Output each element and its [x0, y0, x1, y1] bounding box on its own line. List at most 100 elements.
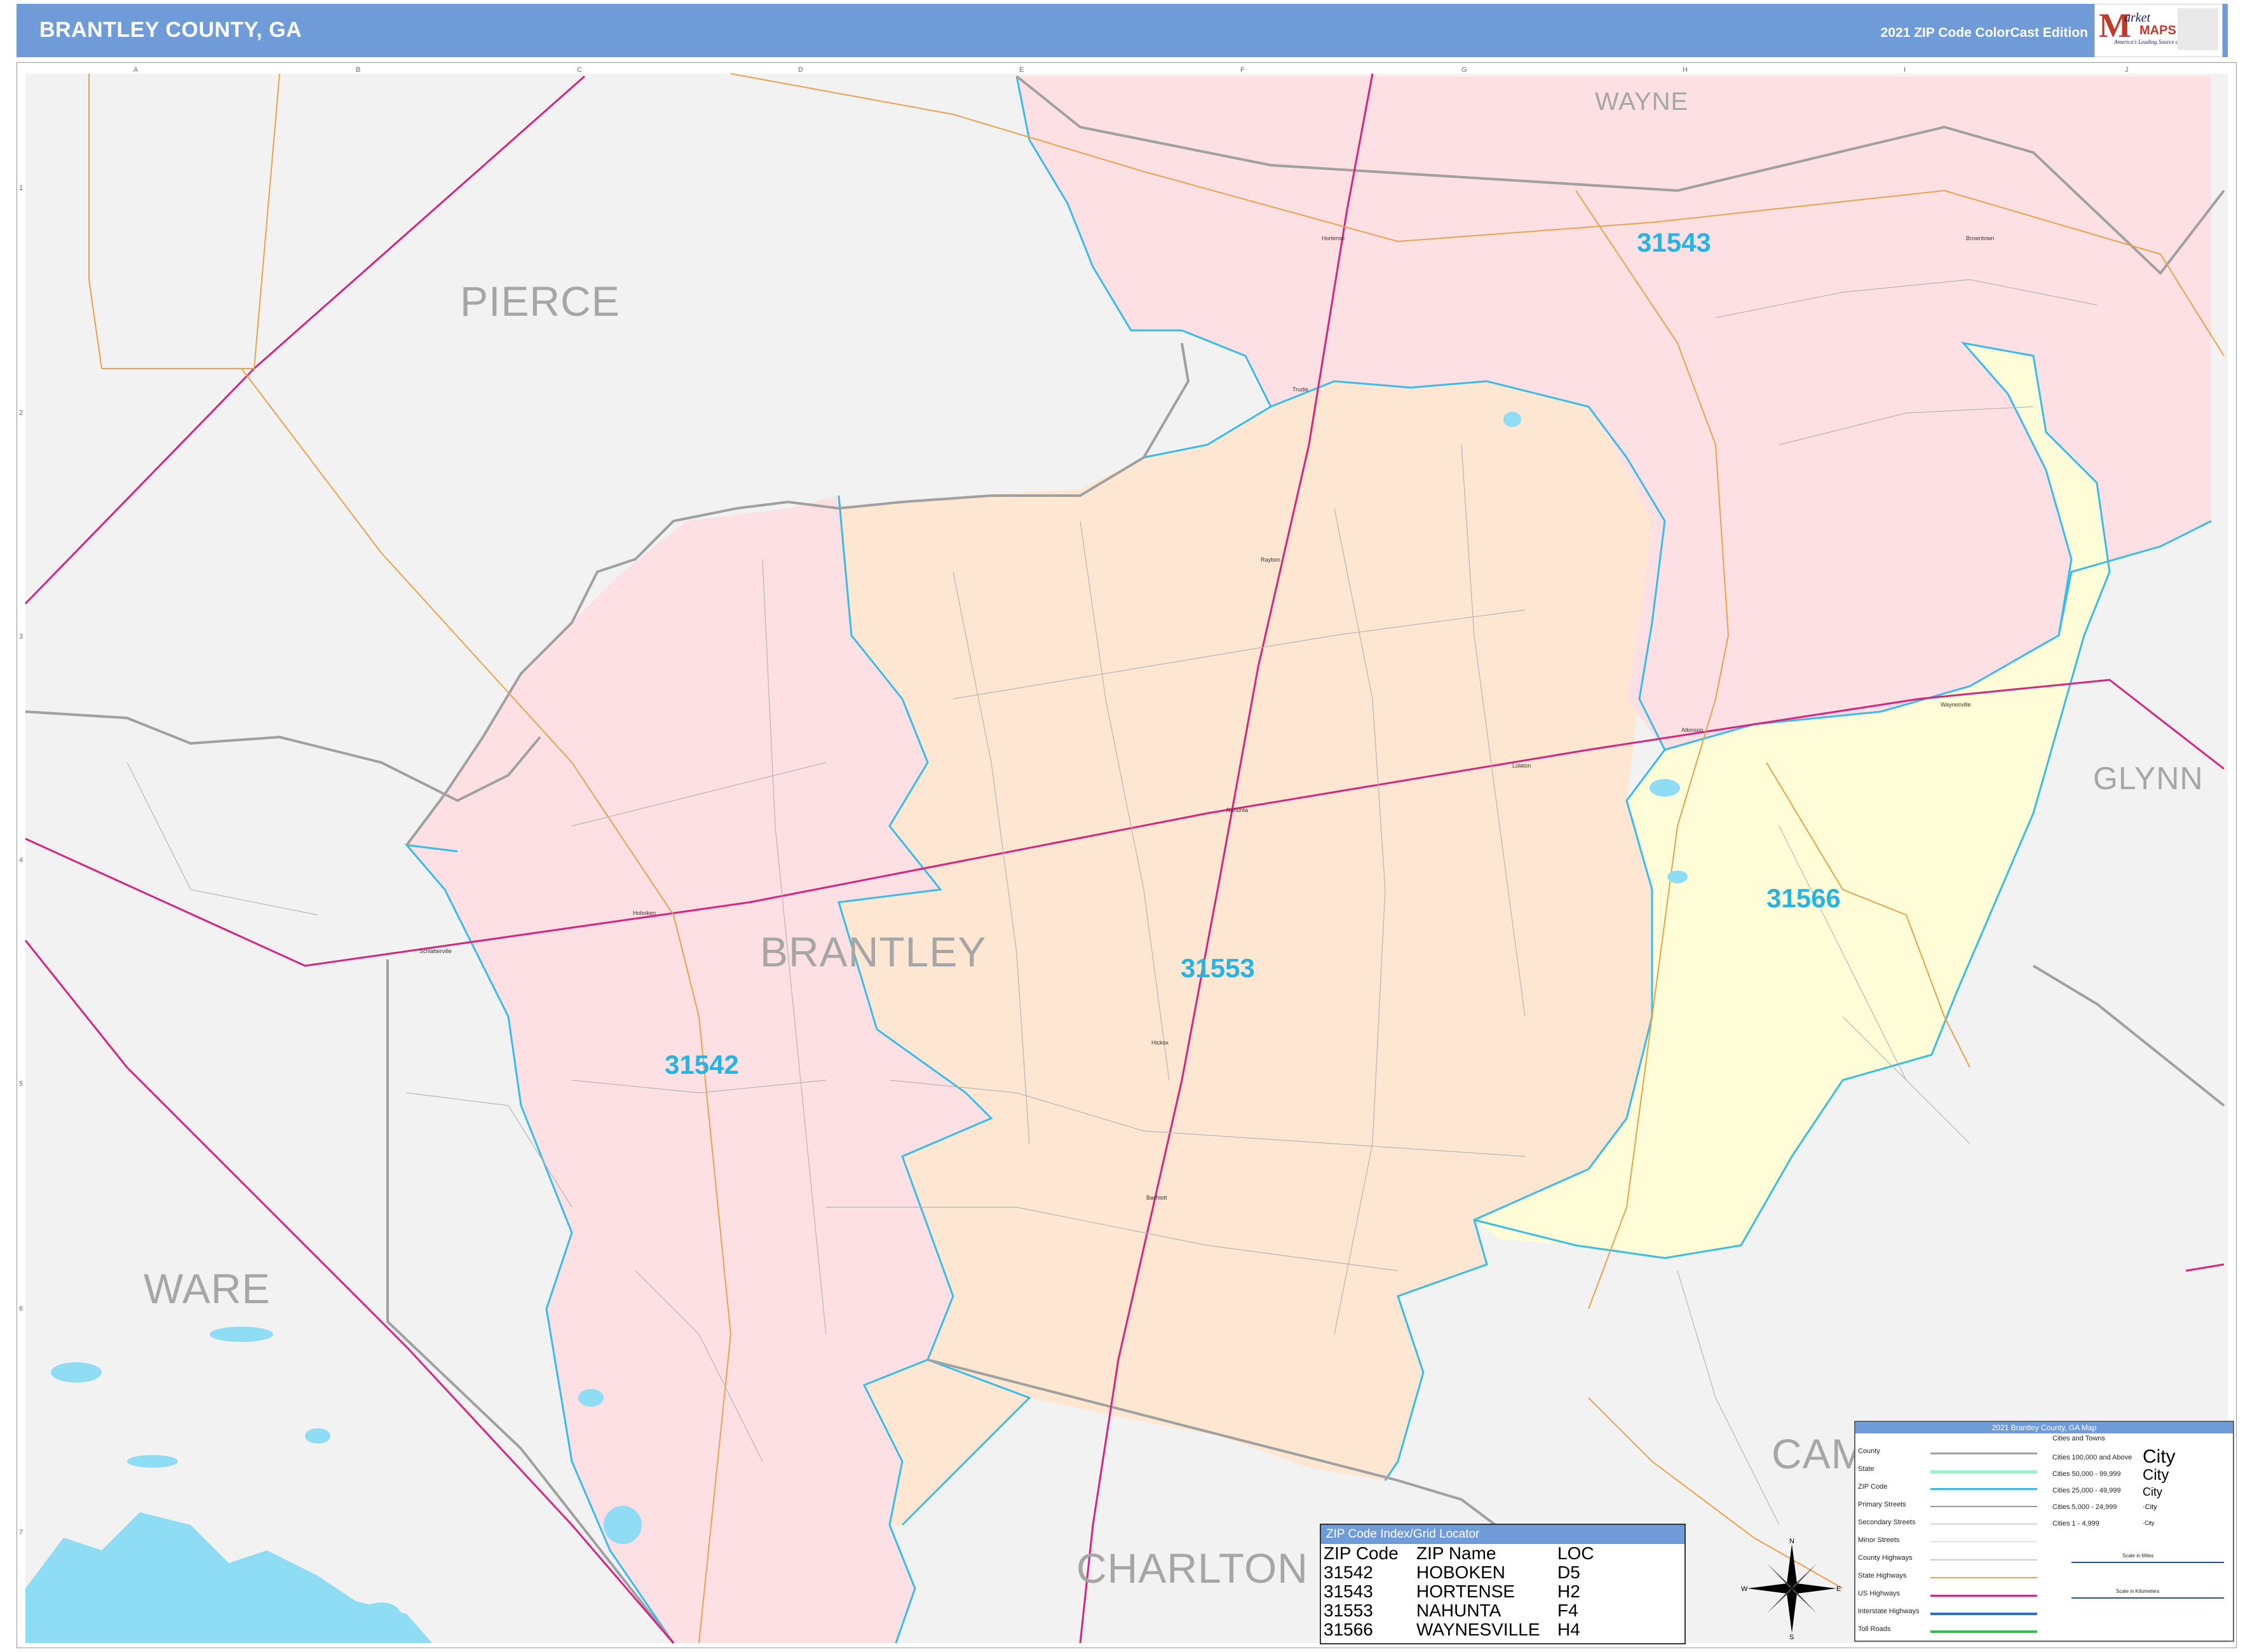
- grid-number-1: 1: [19, 184, 24, 192]
- legend-scale-miles-label: Scale in Miles: [2122, 1553, 2154, 1559]
- legend-line-primary: [1930, 1506, 2037, 1507]
- zip-index-table: ZIP Code ZIP Name LOC 31542 HOBOKEN D5 3…: [1324, 1544, 1594, 1639]
- legend-item-county: County: [1858, 1447, 1880, 1455]
- legend-line-zip: [1930, 1488, 2037, 1490]
- place-bachlott: Bachlott: [1146, 1195, 1167, 1201]
- water-pond-7: [1667, 870, 1688, 883]
- zip-index-zip: 31542: [1324, 1562, 1373, 1582]
- zip-index-zip: 31543: [1324, 1581, 1373, 1601]
- zip-label-31566: 31566: [1766, 883, 1841, 913]
- county-label-charlton: CHARLTON: [1076, 1545, 1308, 1592]
- water-pond-10: [305, 1428, 330, 1444]
- grid-letter-e: E: [1019, 66, 1024, 74]
- water-pond-6: [1650, 779, 1680, 797]
- place-atkinson: Atkinson: [1681, 727, 1704, 733]
- zip-index-loc: H2: [1557, 1581, 1580, 1601]
- legend-line-interstate: [1930, 1613, 2037, 1615]
- legend-item-minor: Minor Streets: [1858, 1536, 1900, 1544]
- county-label-wayne: WAYNE: [1595, 88, 1689, 116]
- zip-index-name: NAHUNTA: [1416, 1601, 1501, 1620]
- table-row: 31553 NAHUNTA F4: [1324, 1601, 1594, 1620]
- place-browntown: Browntown: [1966, 235, 1995, 241]
- water-pond-3: [604, 1506, 642, 1544]
- table-row: 31542 HOBOKEN D5: [1324, 1563, 1594, 1582]
- legend-city-class-1: Cities 100,000 and Above: [2052, 1454, 2132, 1461]
- grid-number-6: 6: [19, 1305, 24, 1313]
- place-hickox: Hickox: [1151, 1039, 1169, 1046]
- legend-city-class-3: Cities 25,000 - 49,999: [2052, 1487, 2121, 1494]
- place-trudie: Trudie: [1292, 386, 1309, 393]
- grid-letter-g: G: [1461, 66, 1467, 74]
- zip-index-zip: 31553: [1324, 1601, 1373, 1620]
- legend-city-sample-2: City: [2143, 1466, 2169, 1484]
- grid-number-3: 3: [19, 633, 24, 640]
- water-pond-4: [578, 1389, 604, 1407]
- legend-city-class-4: Cities 5,000 - 24,999: [2052, 1503, 2117, 1511]
- county-label-glynn: GLYNN: [2093, 761, 2204, 796]
- grid-letter-a: A: [133, 66, 139, 74]
- legend-city-class-2: Cities 50,000 - 99,999: [2052, 1470, 2121, 1478]
- county-label-camden: CAM: [1772, 1430, 1867, 1477]
- legend-item-state: State: [1858, 1465, 1874, 1473]
- legend-line-us-hwy: [1930, 1595, 2037, 1597]
- legend-item-state-hwy: State Highways: [1858, 1572, 1907, 1580]
- county-label-brantley: BRANTLEY: [760, 928, 987, 975]
- grid-letter-f: F: [1240, 66, 1245, 74]
- water-pond-1: [51, 1362, 102, 1383]
- grid-letter-h: H: [1683, 66, 1688, 74]
- legend-city-sample-4: ·City: [2143, 1503, 2157, 1511]
- grid-letter-c: C: [577, 66, 582, 74]
- grid-number-5: 5: [19, 1080, 24, 1088]
- zip-index-loc: F4: [1557, 1601, 1578, 1620]
- water-pond-2: [210, 1327, 273, 1342]
- zip-index-box: ZIP Code Index/Grid Locator ZIP Code ZIP…: [1320, 1524, 1686, 1644]
- grid-number-7: 7: [19, 1529, 24, 1536]
- legend-item-secondary: Secondary Streets: [1858, 1519, 1916, 1526]
- compass-s: S: [1789, 1634, 1794, 1639]
- zip-index-header-loc: LOC: [1557, 1543, 1594, 1563]
- zip-label-31542: 31542: [665, 1050, 739, 1080]
- zip-index-header-zip: ZIP Code: [1324, 1543, 1399, 1563]
- zip-label-31553: 31553: [1181, 953, 1255, 983]
- place-hoboken: Hoboken: [633, 910, 656, 916]
- legend-item-interstate: Interstate Highways: [1858, 1608, 1920, 1615]
- legend-line-toll: [1930, 1630, 2037, 1633]
- zip-index-zip: 31566: [1324, 1620, 1373, 1639]
- legend-line-minor: [1930, 1541, 2037, 1542]
- zip-index-name: HOBOKEN: [1416, 1562, 1506, 1582]
- legend-item-primary: Primary Streets: [1858, 1501, 1906, 1508]
- legend-city-sample-1: City: [2143, 1446, 2176, 1467]
- zip-label-31543: 31543: [1637, 227, 1711, 257]
- grid-letter-d: D: [798, 66, 803, 74]
- place-hortense: Hortense: [1322, 235, 1345, 241]
- legend-city-sample-3: City: [2143, 1486, 2162, 1498]
- zip-index-header-row: ZIP Code ZIP Name LOC: [1324, 1544, 1594, 1563]
- water-pond-5: [362, 1602, 400, 1625]
- legend-title: 2021 Brantley County, GA Map: [1855, 1422, 2233, 1433]
- table-row: 31543 HORTENSE H2: [1324, 1582, 1594, 1601]
- place-lulaton: Lulaton: [1512, 762, 1531, 769]
- legend-item-toll: Toll Roads: [1858, 1625, 1891, 1633]
- legend-item-zip: ZIP Code: [1858, 1483, 1888, 1491]
- zip-index-loc: H4: [1557, 1620, 1580, 1639]
- map-canvas: [24, 73, 2228, 1644]
- grid-letter-j: J: [2125, 66, 2129, 74]
- place-raybon: Raybon: [1261, 557, 1281, 563]
- legend-city-sample-5: ·City: [2143, 1520, 2155, 1526]
- legend-city-class-5: Cities 1 - 4,999: [2052, 1520, 2099, 1527]
- legend-line-county-hwy: [1930, 1559, 2037, 1561]
- scale-bar-miles: [2071, 1562, 2224, 1563]
- grid-letter-i: I: [1904, 66, 1906, 74]
- place-nahunta: Nahunta: [1226, 807, 1249, 813]
- legend-line-state-hwy: [1930, 1577, 2037, 1578]
- zip-index-header-name: ZIP Name: [1416, 1543, 1496, 1563]
- compass-w: W: [1741, 1585, 1748, 1593]
- compass-n: N: [1789, 1538, 1794, 1545]
- zip-index-title: ZIP Code Index/Grid Locator: [1321, 1525, 1684, 1544]
- legend-line-county: [1930, 1452, 2037, 1454]
- place-waynesville: Waynesville: [1941, 701, 1971, 708]
- county-label-ware: WARE: [144, 1265, 271, 1312]
- zip-index-name: HORTENSE: [1416, 1581, 1515, 1601]
- grid-number-2: 2: [19, 409, 24, 417]
- scale-bar-km: [2071, 1597, 2224, 1599]
